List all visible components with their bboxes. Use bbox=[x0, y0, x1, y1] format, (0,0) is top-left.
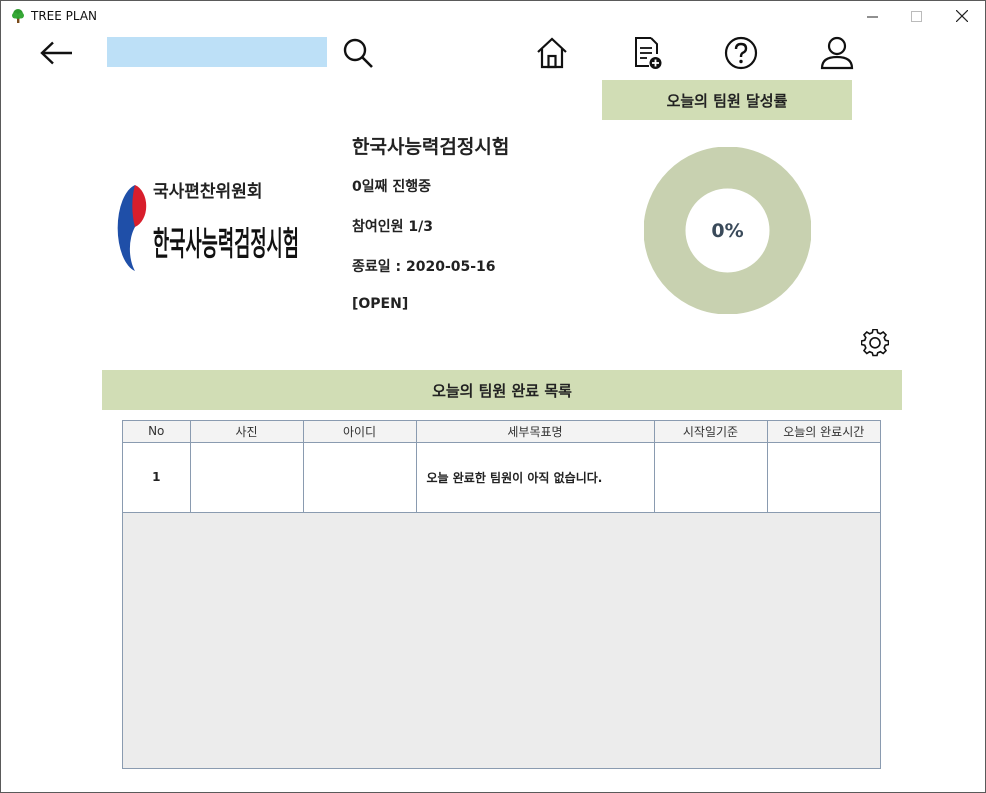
table-header-row: No 사진 아이디 세부목표명 시작일기준 오늘의 완료시간 bbox=[123, 421, 880, 443]
back-button[interactable] bbox=[37, 35, 77, 71]
donut-value: 0% bbox=[711, 220, 743, 242]
close-button[interactable] bbox=[939, 1, 985, 31]
cell-goal: 오늘 완료한 팀원이 아직 없습니다. bbox=[415, 441, 655, 513]
app-window: TREE PLAN 오늘의 팀원 달성률 국사편찬위원회 한국사능력검정시험 한… bbox=[0, 0, 986, 793]
logo-main-text: 한국사능력검정시험 bbox=[153, 224, 299, 263]
cell-start bbox=[653, 441, 768, 513]
cell-id bbox=[302, 441, 417, 513]
help-button[interactable] bbox=[721, 33, 761, 73]
cell-time bbox=[766, 441, 880, 513]
cell-photo bbox=[189, 441, 304, 513]
column-header-time[interactable]: 오늘의 완료시간 bbox=[766, 421, 880, 443]
study-logo: 국사편찬위원회 한국사능력검정시험 bbox=[117, 182, 299, 271]
back-arrow-icon bbox=[40, 41, 72, 65]
column-header-photo[interactable]: 사진 bbox=[189, 421, 304, 443]
search-button[interactable] bbox=[339, 33, 377, 73]
team-rate-donut: 0% bbox=[644, 147, 811, 314]
study-status: [OPEN] bbox=[352, 296, 409, 312]
minimize-button[interactable] bbox=[849, 1, 895, 31]
home-icon bbox=[537, 37, 567, 69]
home-button[interactable] bbox=[532, 33, 572, 73]
search-input[interactable] bbox=[107, 37, 327, 67]
completion-table: No 사진 아이디 세부목표명 시작일기준 오늘의 완료시간 1 오늘 완료한 … bbox=[122, 420, 881, 769]
study-end-date: 종료일 : 2020-05-16 bbox=[352, 259, 496, 275]
column-header-goal[interactable]: 세부목표명 bbox=[415, 421, 655, 443]
maximize-icon bbox=[910, 10, 922, 22]
column-header-no[interactable]: No bbox=[123, 421, 191, 443]
taegeuk-emblem bbox=[117, 185, 147, 271]
completion-list-header: 오늘의 팀원 완료 목록 bbox=[102, 370, 902, 410]
cell-no: 1 bbox=[123, 441, 191, 513]
team-rate-header: 오늘의 팀원 달성률 bbox=[602, 80, 852, 120]
column-header-start[interactable]: 시작일기준 bbox=[653, 421, 768, 443]
maximize-button[interactable] bbox=[893, 1, 939, 31]
settings-button[interactable] bbox=[860, 328, 890, 358]
search-icon bbox=[343, 38, 373, 68]
tree-icon bbox=[12, 9, 24, 23]
window-title: TREE PLAN bbox=[31, 9, 98, 23]
help-icon bbox=[724, 36, 758, 70]
user-icon bbox=[820, 36, 854, 70]
document-add-icon bbox=[635, 37, 662, 69]
table-row[interactable]: 1 오늘 완료한 팀원이 아직 없습니다. bbox=[123, 441, 880, 513]
new-document-button[interactable] bbox=[627, 33, 667, 73]
study-days: 0일째 진행중 bbox=[352, 179, 432, 195]
title-bar: TREE PLAN bbox=[1, 1, 985, 31]
study-members: 참여인원 1/3 bbox=[352, 219, 433, 235]
logo-org-text: 국사편찬위원회 bbox=[153, 182, 262, 202]
profile-button[interactable] bbox=[816, 33, 858, 73]
gear-icon bbox=[861, 329, 889, 357]
column-header-id[interactable]: 아이디 bbox=[302, 421, 417, 443]
study-title: 한국사능력검정시험 bbox=[352, 136, 510, 158]
minimize-icon bbox=[866, 16, 878, 17]
close-icon bbox=[956, 10, 968, 22]
